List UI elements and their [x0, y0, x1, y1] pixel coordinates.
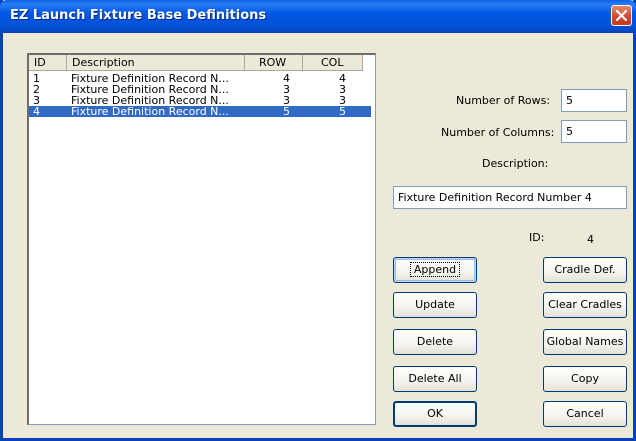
- column-header-row[interactable]: ROW: [245, 55, 303, 71]
- append-button[interactable]: Append: [393, 257, 477, 283]
- number-of-columns-input[interactable]: 5: [561, 120, 627, 143]
- list-cell-id: 4: [33, 105, 40, 118]
- delete-all-button[interactable]: Delete All: [393, 366, 477, 392]
- id-label: ID:: [529, 231, 545, 244]
- list-row[interactable]: 4 Fixture Definition Record N... 5 5: [29, 106, 371, 117]
- title-bar[interactable]: EZ Launch Fixture Base Definitions: [0, 0, 636, 33]
- clear-cradles-button[interactable]: Clear Cradles: [543, 292, 627, 318]
- fixture-list[interactable]: ID Description ROW COL 1 Fixture Definiti…: [27, 53, 376, 425]
- ok-button[interactable]: OK: [393, 401, 477, 427]
- update-button[interactable]: Update: [393, 292, 477, 318]
- close-icon: [615, 9, 628, 22]
- number-of-columns-label: Number of Columns:: [441, 126, 555, 139]
- number-of-rows-input[interactable]: 5: [561, 89, 627, 112]
- window-title: EZ Launch Fixture Base Definitions: [10, 8, 267, 23]
- close-button[interactable]: [611, 5, 632, 26]
- id-value: 4: [587, 233, 594, 246]
- global-names-button[interactable]: Global Names: [543, 329, 627, 355]
- fixture-base-definitions-dialog: EZ Launch Fixture Base Definitions ID De…: [0, 0, 636, 441]
- column-header-description[interactable]: Description: [67, 55, 245, 71]
- cradle-def-button[interactable]: Cradle Def.: [543, 257, 627, 283]
- list-cell-row: 5: [283, 105, 290, 118]
- delete-button[interactable]: Delete: [393, 329, 477, 355]
- list-header: ID Description ROW COL: [29, 55, 375, 72]
- number-of-rows-label: Number of Rows:: [456, 94, 551, 107]
- column-header-id[interactable]: ID: [29, 55, 67, 71]
- description-label: Description:: [482, 157, 549, 170]
- list-cell-col: 5: [339, 105, 346, 118]
- copy-button[interactable]: Copy: [543, 366, 627, 392]
- cancel-button[interactable]: Cancel: [543, 401, 627, 427]
- description-input[interactable]: Fixture Definition Record Number 4: [393, 186, 627, 209]
- append-button-label: Append: [409, 262, 461, 277]
- list-cell-description: Fixture Definition Record N...: [71, 105, 229, 118]
- column-header-col[interactable]: COL: [303, 55, 363, 71]
